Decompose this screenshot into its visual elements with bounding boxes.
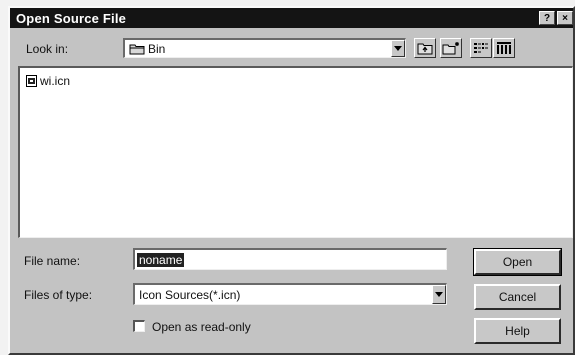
- up-one-level-button[interactable]: [414, 38, 436, 58]
- read-only-label[interactable]: Open as read-only: [152, 320, 251, 334]
- help-button[interactable]: Help: [474, 318, 561, 344]
- open-button-label: Open: [502, 255, 533, 269]
- list-view-icon: [474, 43, 488, 53]
- list-item[interactable]: wi.icn: [26, 74, 70, 88]
- chevron-down-icon[interactable]: [391, 40, 405, 57]
- file-name-value: noname: [137, 252, 185, 267]
- title-bar: Open Source File ? ×: [10, 8, 573, 28]
- file-name-input[interactable]: noname: [133, 248, 447, 270]
- files-of-type-dropdown[interactable]: Icon Sources(*.icn): [133, 283, 447, 305]
- read-only-checkbox[interactable]: [133, 320, 145, 332]
- close-icon[interactable]: ×: [557, 11, 573, 25]
- dialog-title: Open Source File: [16, 10, 127, 26]
- files-of-type-label: Files of type:: [24, 288, 93, 302]
- details-view-button[interactable]: [493, 38, 515, 58]
- chevron-down-icon[interactable]: [432, 285, 446, 304]
- file-name-label: File name:: [24, 254, 81, 268]
- look-in-label: Look in:: [26, 42, 69, 56]
- details-view-icon: [497, 42, 511, 54]
- list-view-button[interactable]: [470, 38, 492, 58]
- cancel-button-label: Cancel: [498, 290, 537, 304]
- open-source-file-dialog: Open Source File ? × Look in: Bin wi.icn…: [8, 6, 575, 355]
- open-button[interactable]: Open: [473, 248, 562, 276]
- file-list[interactable]: wi.icn: [18, 66, 573, 238]
- files-of-type-value: Icon Sources(*.icn): [139, 287, 241, 302]
- cancel-button[interactable]: Cancel: [474, 284, 561, 310]
- up-folder-icon: [417, 43, 433, 54]
- help-button-label: Help: [505, 324, 530, 338]
- look-in-dropdown[interactable]: Bin: [123, 38, 406, 58]
- help-icon[interactable]: ?: [539, 11, 555, 25]
- file-icon: [26, 75, 37, 87]
- file-name-text: wi.icn: [40, 74, 71, 88]
- folder-icon: [129, 44, 145, 54]
- new-folder-icon: [442, 42, 459, 55]
- create-new-folder-button[interactable]: [440, 38, 462, 58]
- look-in-value: Bin: [148, 41, 166, 56]
